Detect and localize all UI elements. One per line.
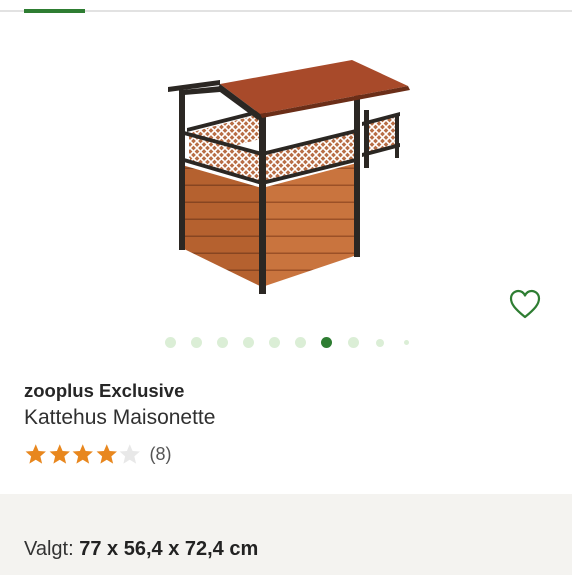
carousel-dot[interactable]: [217, 337, 228, 348]
carousel-dot[interactable]: [269, 337, 280, 348]
carousel-dot-active[interactable]: [321, 337, 332, 348]
brand-name[interactable]: zooplus Exclusive: [24, 380, 184, 402]
star-filled-icon: [96, 444, 117, 464]
carousel-dot[interactable]: [348, 337, 359, 348]
carousel-dot[interactable]: [295, 337, 306, 348]
variant-value: 77 x 56,4 x 72,4 cm: [79, 538, 259, 560]
star-empty-icon: [119, 444, 140, 464]
rating-stars: [24, 443, 142, 465]
carousel-dot[interactable]: [243, 337, 254, 348]
rating-summary[interactable]: (8): [24, 442, 172, 466]
active-tab-indicator: [24, 9, 85, 13]
variant-label: Valgt:: [24, 538, 74, 560]
wishlist-button[interactable]: [507, 287, 543, 321]
review-count: (8): [149, 443, 172, 464]
product-title: Kattehus Maisonette: [24, 406, 216, 429]
star-filled-icon: [49, 444, 70, 464]
star-filled-icon: [72, 444, 93, 464]
carousel-dot[interactable]: [404, 340, 409, 345]
variant-panel[interactable]: Valgt: 77 x 56,4 x 72,4 cm: [0, 494, 572, 575]
carousel-dot[interactable]: [191, 337, 202, 348]
carousel-dot[interactable]: [376, 338, 384, 347]
top-divider: [0, 10, 572, 12]
carousel-dots: [0, 335, 572, 351]
product-image[interactable]: [162, 50, 417, 300]
carousel-dot[interactable]: [165, 337, 176, 348]
star-filled-icon: [25, 444, 46, 464]
selected-variant: Valgt: 77 x 56,4 x 72,4 cm: [24, 538, 258, 561]
heart-outline-icon: [509, 289, 541, 319]
